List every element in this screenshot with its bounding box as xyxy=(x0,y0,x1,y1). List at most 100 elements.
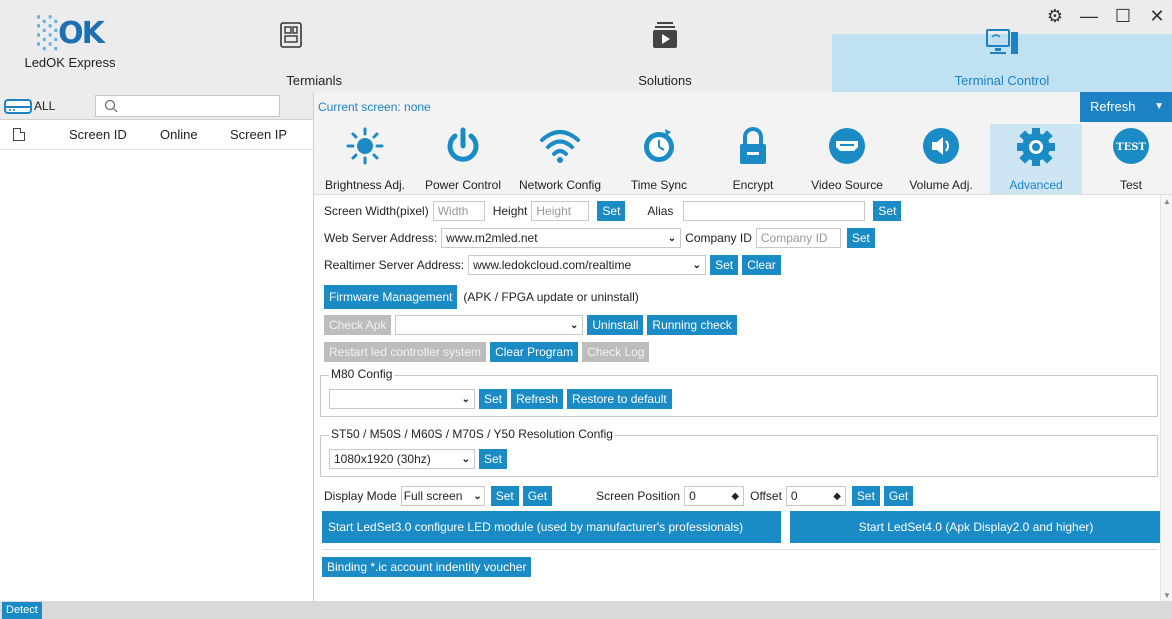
ledset4-button[interactable]: Start LedSet4.0 (Apk Display2.0 and high… xyxy=(790,511,1162,543)
filter-bar: ALL xyxy=(0,92,313,120)
tool-advanced-label: Advanced xyxy=(1009,178,1063,192)
table-header: Screen ID Online Screen IP xyxy=(0,120,313,150)
tool-video-source-label: Video Source xyxy=(811,178,883,192)
tool-power[interactable]: Power Control xyxy=(416,124,510,194)
running-check-button[interactable]: Running check xyxy=(647,315,737,335)
column-screen-ip[interactable]: Screen IP xyxy=(230,127,287,142)
detect-button[interactable]: Detect xyxy=(2,602,42,619)
display-mode-set-button[interactable]: Set xyxy=(490,486,519,506)
m80-select[interactable]: ⌄ xyxy=(329,389,475,409)
tool-video-source[interactable]: Video Source xyxy=(802,124,892,194)
divider xyxy=(322,549,1158,550)
top-bar: ░OK LedOK Express Termianls Solutions Te… xyxy=(0,0,1172,92)
screen-size-row: Screen Width(pixel) Width Height Height … xyxy=(324,201,902,221)
speaker-icon xyxy=(921,126,961,169)
scroll-down-icon[interactable]: ▼ xyxy=(1163,591,1171,600)
terminals-icon xyxy=(280,22,302,51)
realtimer-server-row: Realtimer Server Address: www.ledokcloud… xyxy=(324,255,781,275)
lock-icon xyxy=(733,126,773,169)
app-name: LedOK Express xyxy=(24,55,116,70)
logo-mark: ░OK xyxy=(37,16,105,51)
position-get-button[interactable]: Get xyxy=(883,486,914,506)
company-id-input[interactable]: Company ID xyxy=(755,228,841,248)
search-box[interactable] xyxy=(95,94,281,117)
size-set-button[interactable]: Set xyxy=(597,201,626,221)
alias-label: Alias xyxy=(647,204,674,218)
control-toolbar: Brightness Adj. Power Control Network Co… xyxy=(314,124,1172,194)
all-filter-label: ALL xyxy=(34,98,56,113)
apk-select[interactable]: ⌄ xyxy=(395,315,584,335)
nav-terminals[interactable]: Termianls xyxy=(226,0,356,92)
apk-row: Check Apk ⌄ Uninstall Running check xyxy=(324,315,737,335)
realtimer-set-button[interactable]: Set xyxy=(710,255,739,275)
gear-icon xyxy=(1015,126,1057,171)
close-icon[interactable]: ✕ xyxy=(1148,6,1166,27)
search-input[interactable] xyxy=(124,98,265,113)
ledset3-button[interactable]: Start LedSet3.0 configure LED module (us… xyxy=(322,511,781,543)
restart-led-button[interactable]: Restart led controller system xyxy=(324,342,487,362)
display-mode-value: Full screen xyxy=(403,489,463,503)
tool-advanced[interactable]: Advanced xyxy=(990,124,1082,194)
realtimer-value: www.ledokcloud.com/realtime xyxy=(473,258,632,272)
settings-gear-icon[interactable]: ⚙ xyxy=(1046,6,1064,27)
m80-restore-button[interactable]: Restore to default xyxy=(567,389,672,409)
check-log-button[interactable]: Check Log xyxy=(582,342,650,362)
tool-time-sync[interactable]: Time Sync xyxy=(614,124,704,194)
realtimer-select[interactable]: www.ledokcloud.com/realtime ⌄ xyxy=(468,255,707,275)
system-row: Restart led controller system Clear Prog… xyxy=(324,342,650,362)
alias-input[interactable] xyxy=(683,201,866,221)
tool-network[interactable]: Network Config xyxy=(512,124,608,194)
display-mode-get-button[interactable]: Get xyxy=(522,486,553,506)
tool-test[interactable]: TEST Test xyxy=(1090,124,1172,194)
chevron-down-icon: ⌄ xyxy=(667,232,677,244)
spinner-arrows-icon[interactable]: ◆ xyxy=(833,491,841,502)
resolution-select[interactable]: 1080x1920 (30hz) ⌄ xyxy=(329,449,475,469)
refresh-dropdown-button[interactable]: Refresh ▼ xyxy=(1080,92,1172,122)
tool-encrypt[interactable]: Encrypt xyxy=(708,124,798,194)
position-set-button[interactable]: Set xyxy=(851,486,880,506)
alias-set-button[interactable]: Set xyxy=(873,201,902,221)
firmware-management-button[interactable]: Firmware Management xyxy=(324,285,458,309)
select-all-checkbox[interactable] xyxy=(13,128,25,141)
clear-program-button[interactable]: Clear Program xyxy=(490,342,579,362)
display-mode-select[interactable]: Full screen ⌄ xyxy=(400,486,485,506)
m80-set-button[interactable]: Set xyxy=(479,389,508,409)
height-input[interactable]: Height xyxy=(531,201,590,221)
tool-power-label: Power Control xyxy=(424,178,502,192)
uninstall-button[interactable]: Uninstall xyxy=(587,315,644,335)
minimize-icon[interactable]: — xyxy=(1080,6,1098,27)
spinner-arrows-icon[interactable]: ◆ xyxy=(731,491,739,502)
tool-volume-label: Volume Adj. xyxy=(909,178,973,192)
form-scrollbar[interactable]: ▲ ▼ xyxy=(1160,195,1172,602)
check-apk-button[interactable]: Check Apk xyxy=(324,315,392,335)
chevron-down-icon: ⌄ xyxy=(461,393,470,405)
screen-width-label: Screen Width(pixel) xyxy=(324,204,429,218)
screen-position-value: 0 xyxy=(689,489,696,503)
column-screen-id[interactable]: Screen ID xyxy=(69,127,127,142)
offset-value: 0 xyxy=(790,489,798,503)
tool-volume[interactable]: Volume Adj. xyxy=(896,124,986,194)
realtimer-clear-button[interactable]: Clear xyxy=(742,255,781,275)
web-server-select[interactable]: www.m2mled.net ⌄ xyxy=(441,228,682,248)
tool-time-sync-label: Time Sync xyxy=(630,178,688,192)
screen-position-spinner[interactable]: 0 ◆ xyxy=(684,486,745,506)
tool-encrypt-label: Encrypt xyxy=(732,178,774,192)
nav-solutions[interactable]: Solutions xyxy=(580,0,750,92)
solutions-icon xyxy=(652,22,678,53)
tool-brightness[interactable]: Brightness Adj. xyxy=(318,124,412,194)
scroll-up-icon[interactable]: ▲ xyxy=(1163,197,1171,206)
all-filter-button[interactable]: ALL xyxy=(4,97,55,115)
resolution-set-button[interactable]: Set xyxy=(479,449,508,469)
column-online[interactable]: Online xyxy=(160,127,198,142)
m80-refresh-button[interactable]: Refresh xyxy=(511,389,564,409)
binding-voucher-button[interactable]: Binding *.ic account indentity voucher xyxy=(322,557,532,577)
web-server-label: Web Server Address: xyxy=(324,231,438,245)
chevron-down-icon: ⌄ xyxy=(473,490,482,502)
current-screen-label: Current screen: none xyxy=(318,100,431,114)
nav-terminal-control[interactable]: Terminal Control xyxy=(832,29,1172,92)
window-controls: ⚙ — ☐ ✕ xyxy=(1046,6,1166,27)
offset-spinner[interactable]: 0 ◆ xyxy=(785,486,846,506)
company-id-set-button[interactable]: Set xyxy=(846,228,875,248)
width-input[interactable]: Width xyxy=(432,201,485,221)
maximize-icon[interactable]: ☐ xyxy=(1114,6,1132,27)
